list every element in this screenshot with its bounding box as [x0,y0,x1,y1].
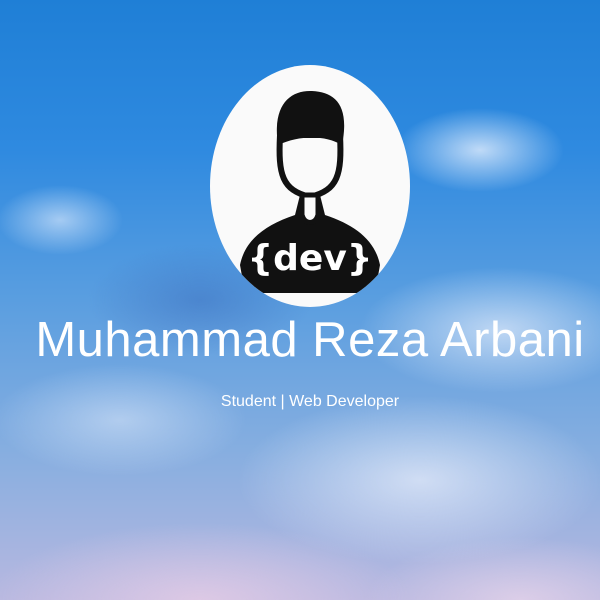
avatar: {dev} [210,65,410,307]
developer-avatar-icon: {dev} [240,90,380,293]
svg-text:{dev}: {dev} [248,238,373,279]
profile-name: Muhammad Reza Arbani [35,313,585,367]
profile-role: Student | Web Developer [220,393,400,410]
